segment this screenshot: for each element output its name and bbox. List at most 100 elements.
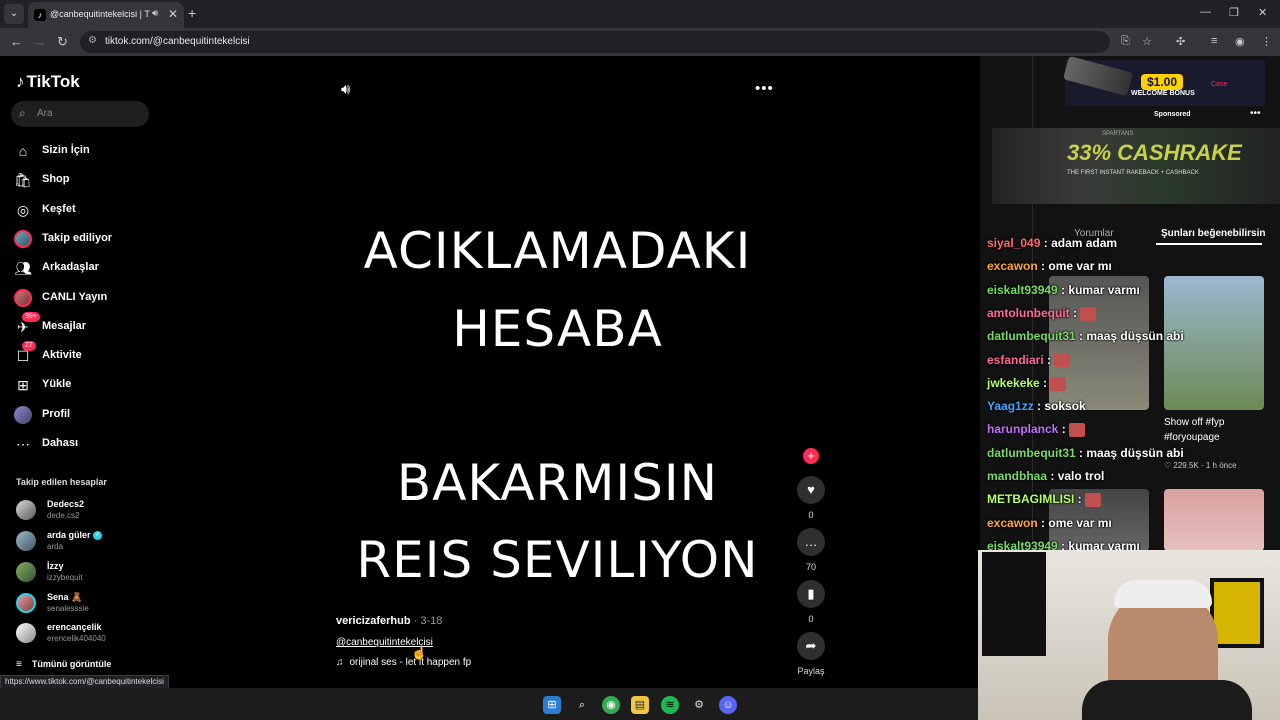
- chat-separator: :: [1039, 375, 1051, 390]
- install-app-icon[interactable]: ⎘: [1121, 35, 1130, 48]
- close-window-icon[interactable]: ✕: [1258, 6, 1267, 19]
- chat-message: jwkekeke :: [987, 375, 1067, 391]
- save-button[interactable]: ▮ 0: [797, 580, 825, 624]
- ad-gun-image: [1063, 55, 1133, 97]
- account-name: İzzy: [47, 561, 64, 571]
- banner-headline: 33% CASHRAKE: [1067, 140, 1242, 165]
- nav-for-you[interactable]: ⌂ Sizin İçin: [14, 140, 154, 162]
- nav-friends[interactable]: 👥︎ Arkadaşlar: [14, 257, 154, 279]
- ad-more-icon[interactable]: •••: [1250, 108, 1261, 119]
- nav-label: Keşfet: [42, 203, 76, 215]
- ad-amount: $1.00: [1141, 74, 1184, 90]
- video-player[interactable]: [335, 56, 780, 688]
- followed-account[interactable]: arda güler ✓ arda: [16, 529, 156, 555]
- chat-separator: :: [1058, 422, 1070, 437]
- back-icon[interactable]: ←: [10, 34, 23, 49]
- chat-message: Yaag1zz : soksok: [987, 399, 1086, 413]
- status-url-tooltip: https://www.tiktok.com/@canbequitintekel…: [0, 675, 169, 689]
- video-caption-line: BAKARMISIN: [396, 454, 719, 512]
- thumb-tag: #foryoupage: [1164, 432, 1220, 443]
- more-options-icon[interactable]: •••: [755, 80, 774, 97]
- browser-tabbar: ⌄ ♪ @canbequitintekelcisi | TikTok 🔊︎ ✕ …: [0, 0, 1280, 28]
- followed-account[interactable]: İzzy izzybequit: [16, 560, 156, 586]
- tiktok-logo[interactable]: ♪ TikTok: [16, 72, 80, 92]
- account-handle: senalesssie: [47, 604, 89, 613]
- tab-title: @canbequitintekelcisi | TikTok: [50, 9, 150, 19]
- taskbar-search-icon[interactable]: ⌕: [573, 696, 591, 714]
- spotify-icon[interactable]: ≋: [661, 696, 679, 714]
- followed-account[interactable]: erencançelik erencelik404040: [16, 621, 156, 647]
- comment-icon: …: [797, 528, 825, 556]
- chat-username: excawon: [987, 515, 1038, 530]
- discord-icon[interactable]: ☺: [719, 696, 737, 714]
- chat-text: ome var mı: [1048, 515, 1112, 530]
- chrome-icon[interactable]: ◉: [602, 696, 620, 714]
- following-avatar-icon: [14, 230, 32, 248]
- chat-message: METBAGIMLISI :: [987, 492, 1101, 508]
- tiktok-note-icon: ♪: [16, 72, 25, 91]
- music-info[interactable]: ♫ orijinal ses - let it happen fp: [336, 657, 471, 668]
- suggested-video-thumb[interactable]: [1164, 489, 1264, 551]
- sponsored-ad[interactable]: $1.00 WELCOME BONUS Case: [1063, 55, 1265, 106]
- search-input[interactable]: ⌕ Ara: [11, 101, 149, 127]
- forward-icon[interactable]: →: [33, 34, 46, 49]
- chat-text: maaş düşsün abi: [1086, 329, 1184, 344]
- video-author[interactable]: vericizaferhub · 3-18: [336, 615, 442, 627]
- new-tab-icon[interactable]: +: [188, 5, 196, 21]
- chat-text: valo trol: [1057, 469, 1105, 483]
- profile-avatar-icon[interactable]: ◉: [1235, 35, 1245, 48]
- nav-shop[interactable]: 🛍︎ Shop: [14, 169, 154, 191]
- obs-icon[interactable]: ⚙: [690, 696, 708, 714]
- bookmark-star-icon[interactable]: ☆: [1142, 35, 1152, 48]
- nav-more[interactable]: ⋯ Dahası: [14, 433, 154, 455]
- banner-tag: SPARTANS: [1102, 131, 1134, 137]
- chat-message: datlumbequit31 : maaş düşsün abi: [987, 329, 1184, 343]
- windows-start-icon[interactable]: ⊞: [543, 696, 561, 714]
- chat-username: eiskalt93949: [987, 282, 1058, 297]
- tab-list-chevron-icon[interactable]: ⌄: [4, 4, 24, 24]
- chat-message: mandbhaa : valo trol: [987, 469, 1104, 483]
- live-avatar-icon: [14, 289, 32, 307]
- browser-menu-icon[interactable]: ⋮: [1261, 35, 1272, 48]
- nav-live[interactable]: CANLI Yayın: [14, 287, 154, 309]
- minimize-icon[interactable]: —: [1200, 6, 1211, 18]
- nav-activity[interactable]: ☐ 27 Aktivite: [14, 341, 154, 367]
- nav-messages[interactable]: ✈ 99+ Mesajlar: [14, 312, 154, 338]
- volume-icon[interactable]: 🔊︎: [341, 81, 350, 98]
- followed-account[interactable]: Dedecs2 dede.cs2: [16, 498, 156, 524]
- chat-username: METBAGIMLISI: [987, 492, 1075, 507]
- banner-subline: THE FIRST INSTANT RAKEBACK + CASHBACK: [1067, 170, 1199, 176]
- chat-username: datlumbequit31: [987, 329, 1076, 344]
- browser-toolbar: ← → ↻ ⚙ tiktok.com/@canbequitintekelcisi…: [0, 28, 1280, 56]
- see-all-link[interactable]: ≡ Tümünü görüntüle: [16, 659, 111, 670]
- nav-profile[interactable]: Profil: [14, 404, 154, 426]
- share-button[interactable]: ➦ Paylaş: [797, 632, 825, 676]
- nav-upload[interactable]: ⊞ Yükle: [14, 374, 154, 396]
- tab-close-icon[interactable]: ✕: [168, 7, 178, 21]
- restore-icon[interactable]: ❐: [1229, 6, 1239, 19]
- messages-badge: 99+: [22, 312, 40, 322]
- tab-audio-icon[interactable]: 🔊︎: [152, 8, 158, 19]
- browser-tab-active[interactable]: ♪ @canbequitintekelcisi | TikTok 🔊︎ ✕: [28, 2, 184, 28]
- extensions-icon[interactable]: ✣: [1176, 35, 1185, 48]
- nav-label: Takip ediliyor: [42, 232, 113, 244]
- chat-username: Yaag1zz: [987, 399, 1034, 414]
- author-name: vericizaferhub: [336, 615, 411, 627]
- media-control-icon[interactable]: ≡: [1211, 35, 1217, 47]
- nav-explore[interactable]: ◎ Keşfet: [14, 199, 154, 221]
- comment-button[interactable]: … 70: [797, 528, 825, 572]
- nav-following[interactable]: Takip ediliyor: [14, 228, 154, 250]
- home-icon: ⌂: [18, 143, 28, 159]
- like-button[interactable]: ♥ 0: [797, 476, 825, 520]
- windows-taskbar: [0, 688, 978, 720]
- address-bar[interactable]: ⚙ tiktok.com/@canbequitintekelcisi: [80, 31, 1110, 53]
- follow-plus-icon[interactable]: +: [803, 448, 819, 464]
- site-info-icon[interactable]: ⚙: [88, 35, 97, 46]
- url-text: tiktok.com/@canbequitintekelcisi: [105, 36, 250, 47]
- active-tab-underline: [1156, 243, 1262, 245]
- reload-icon[interactable]: ↻: [57, 34, 68, 50]
- file-explorer-icon[interactable]: ▤: [631, 696, 649, 714]
- tab-suggested[interactable]: Şunları beğenebilirsin: [1161, 228, 1265, 239]
- followed-account[interactable]: Sena 🧸 senalesssie: [16, 591, 156, 617]
- cashrake-banner[interactable]: SPARTANS 33% CASHRAKE THE FIRST INSTANT …: [992, 128, 1280, 204]
